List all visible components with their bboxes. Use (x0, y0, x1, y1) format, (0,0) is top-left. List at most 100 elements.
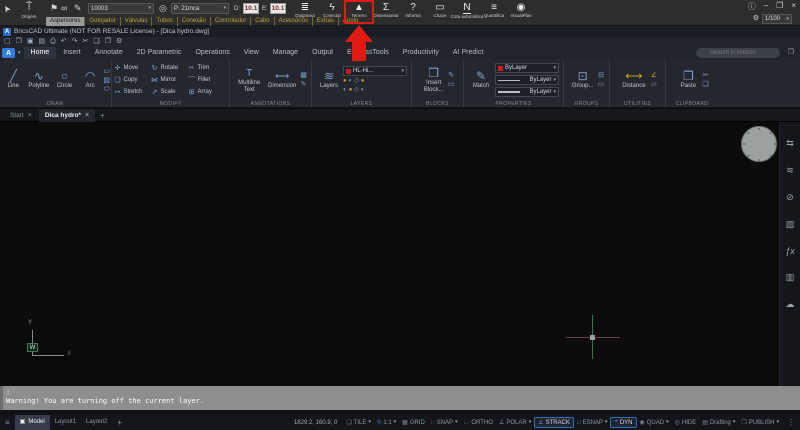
copy-icon[interactable]: ❏ (93, 38, 99, 46)
chave-button[interactable]: ▭ Chave (427, 0, 453, 25)
print-icon[interactable]: ⎙ (50, 38, 56, 46)
scale-combo[interactable]: 1/100 ▾ (762, 14, 792, 24)
swap-icon[interactable]: ⇆ (786, 138, 794, 149)
quantifica-button[interactable]: ≡ Quantifica (481, 0, 507, 25)
new-tab-button[interactable]: + (96, 111, 109, 120)
pressure-combo[interactable]: P: 21mca ▾ (171, 3, 229, 14)
publish-menu[interactable]: ❐ PUBLISH ▾ (738, 419, 782, 426)
stretch-button[interactable]: ↦Stretch (114, 86, 151, 98)
cloud-icon[interactable]: ☁ (786, 299, 795, 310)
layer-thaw-icon[interactable]: ● (349, 87, 353, 94)
layout1-tab[interactable]: Layout1 (50, 415, 81, 430)
circle-button[interactable]: ○ Circle (52, 70, 77, 90)
copy-clip-icon[interactable]: ❏ (702, 81, 708, 88)
group-button[interactable]: ⊡ Group... (569, 70, 597, 90)
move-button[interactable]: ✛Move (114, 62, 151, 74)
ribbon-tab-output[interactable]: Output (305, 47, 340, 59)
save-icon[interactable]: ▣ (27, 38, 34, 46)
annotation-scale-toggle[interactable]: ⚲ 1:1 ▾ (374, 419, 399, 426)
layer-isolate-icon[interactable]: ● (361, 78, 365, 85)
tab-acessorios[interactable]: Acessórios (274, 17, 312, 26)
block-attach-icon[interactable]: ▭ (448, 81, 455, 88)
cut-icon[interactable]: ✂ (83, 38, 89, 46)
pen-icon[interactable]: ✎ (74, 3, 82, 13)
minimize-button[interactable]: – (764, 1, 768, 12)
doc-tab-start[interactable]: Start × (4, 109, 38, 122)
view-compass[interactable] (741, 126, 777, 162)
ribbon-tab-manage[interactable]: Manage (266, 47, 305, 59)
properties-panel-label[interactable]: PROPERTIES (464, 101, 563, 107)
dyn-toggle[interactable]: ⌖ DYN (610, 417, 636, 428)
arc-button[interactable]: ◠ Arc (78, 70, 103, 90)
statusbar-overflow-icon[interactable]: ⋮ (782, 418, 800, 427)
pointer-icon[interactable]: ➤ (1, 3, 13, 15)
angle-icon[interactable]: ∠ (651, 72, 657, 79)
tab-conexao[interactable]: Conexão (177, 17, 210, 26)
array-button[interactable]: ⊞Array (188, 86, 228, 98)
strack-toggle[interactable]: ∠ STRACK (534, 417, 574, 428)
informa-button[interactable]: ? Informa (400, 0, 426, 25)
copy-button[interactable]: ❏Copy (114, 74, 151, 86)
hatch-panel-icon[interactable]: ▨ (786, 219, 795, 230)
layer-off-icon[interactable]: ◐ (343, 87, 347, 94)
tab-gotejador[interactable]: Gotejador (84, 17, 119, 26)
annotations-panel-label[interactable]: ANNOTATIONS (230, 101, 311, 107)
ribbon-tab-operations[interactable]: Operations (188, 47, 236, 59)
sheets-icon[interactable]: ▥ (786, 272, 795, 283)
mirror-button[interactable]: ⋈Mirror (151, 74, 188, 86)
match-button[interactable]: ✎ Match (468, 70, 494, 90)
insert-block-button[interactable]: ❒ Insert Block... (421, 67, 447, 93)
blocks-panel-label[interactable]: BLOCKS (412, 101, 463, 107)
open-icon[interactable]: ❒ (16, 38, 22, 46)
paste-button[interactable]: ❐ Paste (675, 70, 701, 90)
drafting-menu[interactable]: ▤ Drafting ▾ (699, 419, 738, 426)
layer-select-combo[interactable]: HL-Hi... ▾ (343, 66, 407, 76)
options-icon[interactable]: ⚙ (116, 38, 122, 46)
layer-lock-icon[interactable]: ◇ (354, 78, 359, 85)
fields-icon[interactable]: ƒx (785, 246, 795, 256)
line-button[interactable]: ╱ Line (1, 70, 26, 90)
ribbon-tab-2d-parametric[interactable]: 2D Parametric (130, 47, 189, 59)
hide-toggle[interactable]: ◎ HIDE (672, 419, 700, 426)
lineweight-combo[interactable]: ByLayer ▾ (495, 87, 559, 97)
ribbon-tab-expresstools[interactable]: ExpressTools (340, 47, 396, 59)
dimensionar-button[interactable]: Σ Dimensionar (373, 0, 399, 25)
groups-panel-label[interactable]: GROUPS (564, 101, 609, 107)
app-menu-button[interactable]: A (2, 48, 15, 58)
tab-controlador[interactable]: Controlador (210, 17, 250, 26)
ribbon-tab-insert[interactable]: Insert (56, 47, 88, 59)
grid-toggle[interactable]: ▦ GRID (399, 419, 428, 426)
rotate-button[interactable]: ↻Rotate (151, 62, 188, 74)
layers-panel-icon[interactable]: ≋ (786, 165, 794, 176)
ribbon-tab-productivity[interactable]: Productivity (396, 47, 446, 59)
doc-tab-dica-hydro[interactable]: Dica hydro* × (39, 109, 95, 122)
layers-button[interactable]: ≋ Layers (316, 70, 342, 90)
leader-icon[interactable]: ✎ (301, 81, 307, 88)
snap-toggle[interactable]: ∷ SNAP ▾ (428, 419, 461, 426)
redo-icon[interactable]: ↷ (72, 38, 78, 46)
chevron-down-icon[interactable]: ▾ (18, 51, 21, 56)
layer-unlock-icon[interactable]: ◇ (354, 87, 359, 94)
cota-automatica-button[interactable]: N Cota automática (454, 0, 480, 25)
restore-button[interactable]: ❐ (776, 1, 783, 12)
save-as-icon[interactable]: ▤ (39, 38, 46, 46)
quad-toggle[interactable]: ◉ QUAD ▾ (637, 419, 672, 426)
ribbon-tab-view[interactable]: View (237, 47, 266, 59)
ribbon-collapse-icon[interactable]: ❐ (788, 48, 794, 56)
ungroup-icon[interactable]: ⊟ (598, 72, 604, 79)
modify-panel-label[interactable]: MODIFY (112, 101, 229, 107)
code-combo[interactable]: 10003 ▾ (88, 3, 154, 14)
rectangle-icon[interactable]: ▭ (103, 68, 110, 75)
polyline-button[interactable]: ∿ Polyline (27, 70, 52, 90)
circle-dot-icon[interactable]: ◎ (159, 3, 167, 13)
clipboard-panel-label[interactable]: CLIPBOARD (666, 101, 718, 107)
d-input[interactable]: 10.1 (243, 3, 259, 14)
hatch-icon[interactable]: ▨ (103, 77, 110, 84)
add-layout-button[interactable]: + (112, 415, 127, 430)
close-icon[interactable]: × (28, 112, 32, 119)
ribbon-tab-home[interactable]: Home (24, 47, 57, 59)
block-edit-icon[interactable]: ✎ (448, 72, 454, 79)
ribbon-tab-ai-predict[interactable]: AI Predict (446, 47, 490, 59)
layer-match-icon[interactable]: ◐ (361, 87, 365, 94)
multiline-text-button[interactable]: T Multiline Text (234, 67, 264, 93)
